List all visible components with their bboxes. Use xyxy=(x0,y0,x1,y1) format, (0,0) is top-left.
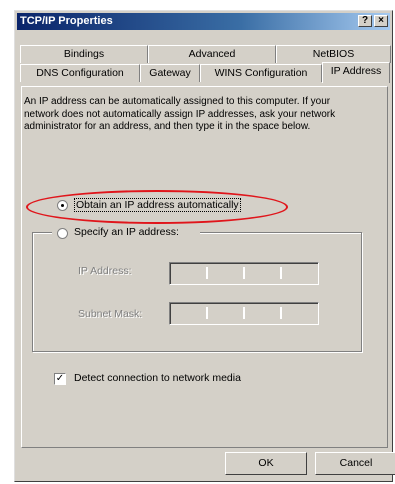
window-title: TCP/IP Properties xyxy=(20,15,113,27)
specify-ip-radio[interactable] xyxy=(57,228,68,239)
ok-button[interactable]: OK xyxy=(225,452,307,475)
cancel-button[interactable]: Cancel xyxy=(315,452,395,475)
tab-ip-address[interactable]: IP Address xyxy=(322,62,390,83)
tab-wins-configuration[interactable]: WINS Configuration xyxy=(200,64,322,82)
subnet-mask-field[interactable] xyxy=(169,302,319,325)
detect-checkbox-label[interactable]: Detect connection to network media xyxy=(74,372,241,384)
ip-address-label: IP Address: xyxy=(78,265,132,277)
tab-advanced[interactable]: Advanced xyxy=(148,45,276,63)
red-highlight-ellipse xyxy=(26,190,288,224)
tab-gateway[interactable]: Gateway xyxy=(140,64,200,82)
ip-address-field[interactable] xyxy=(169,262,319,285)
detect-checkbox[interactable]: ✓ xyxy=(54,373,66,385)
subnet-mask-label: Subnet Mask: xyxy=(78,308,143,320)
specify-ip-groupbox xyxy=(32,232,362,352)
specify-ip-label[interactable]: Specify an IP address: xyxy=(74,226,179,238)
tab-netbios[interactable]: NetBIOS xyxy=(276,45,391,63)
description-text: An IP address can be automatically assig… xyxy=(24,96,336,132)
tab-bindings[interactable]: Bindings xyxy=(20,45,148,63)
tab-dns-configuration[interactable]: DNS Configuration xyxy=(20,64,140,82)
help-button[interactable]: ? xyxy=(358,15,372,27)
close-button[interactable]: × xyxy=(374,15,388,27)
title-bar: TCP/IP Properties ? × xyxy=(17,13,390,30)
